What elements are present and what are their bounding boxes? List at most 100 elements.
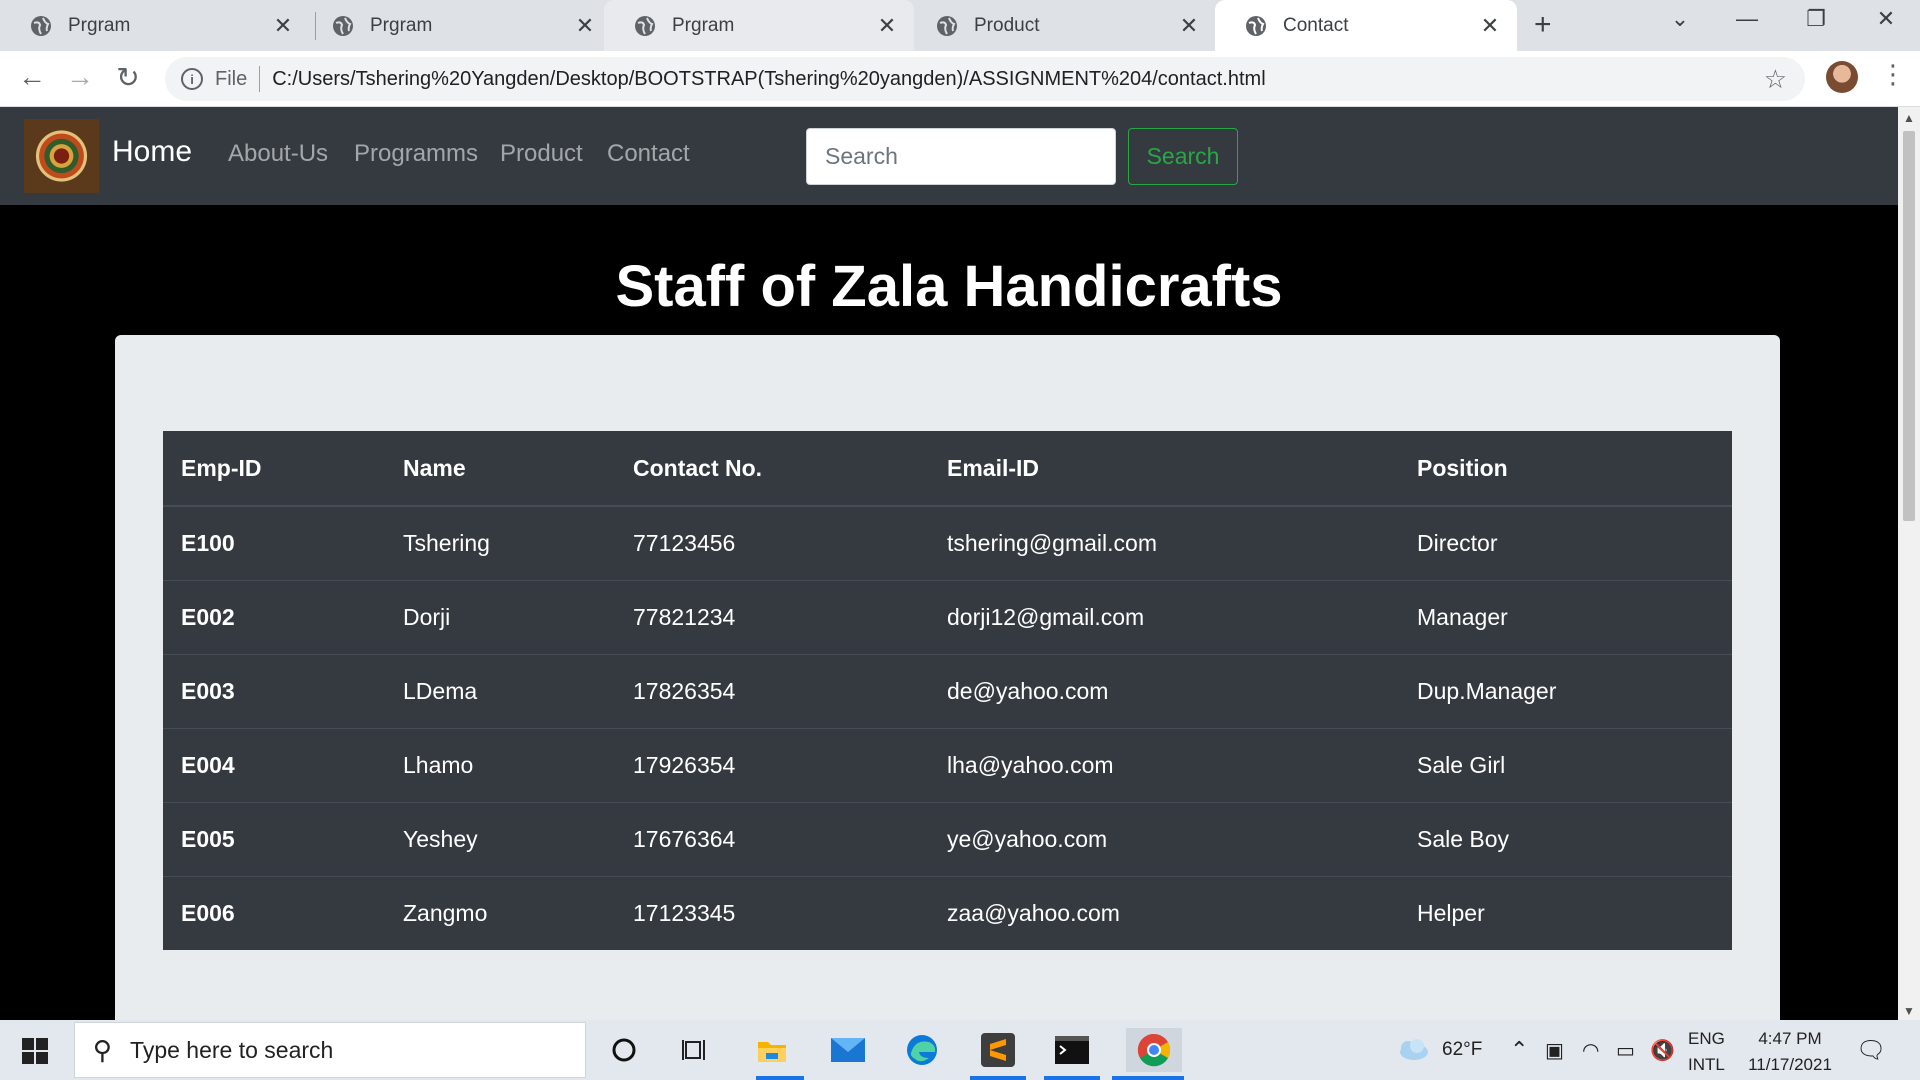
battery-icon[interactable]: ▭ <box>1616 1020 1635 1080</box>
nav-link-programms[interactable]: Programms <box>354 140 478 168</box>
emp-id-cell: E002 <box>163 579 385 654</box>
jumbotron-container: Emp-ID Name Contact No. Email-ID Positio… <box>115 335 1780 1020</box>
restore-button[interactable]: ❐ <box>1796 6 1836 32</box>
emp-id-cell: E005 <box>163 801 385 876</box>
email-cell: zaa@yahoo.com <box>929 875 1399 950</box>
input-language-indicator[interactable]: ENG INTL <box>1688 1026 1725 1078</box>
reload-icon[interactable]: ↻ <box>110 61 146 94</box>
brand-home-link[interactable]: Home <box>112 135 192 169</box>
browser-tab[interactable]: Product ✕ <box>906 0 1216 51</box>
search-button[interactable]: Search <box>1128 128 1238 185</box>
sublime-text-icon[interactable] <box>976 1028 1020 1072</box>
meet-now-icon[interactable]: ▣ <box>1545 1020 1564 1080</box>
profile-avatar[interactable] <box>1826 61 1858 93</box>
scroll-down-arrow-icon[interactable]: ▼ <box>1898 1004 1920 1018</box>
minimize-button[interactable]: — <box>1727 6 1767 32</box>
divider <box>259 66 261 92</box>
email-cell: dorji12@gmail.com <box>929 579 1399 654</box>
tab-title: Contact <box>1283 14 1349 36</box>
back-arrow-icon[interactable]: ← <box>14 61 50 93</box>
chrome-icon[interactable] <box>1126 1028 1182 1072</box>
active-app-indicator <box>1112 1076 1184 1080</box>
browser-tab[interactable]: Prgram ✕ <box>302 0 612 51</box>
tab-title: Product <box>974 14 1040 36</box>
info-icon[interactable]: i <box>181 68 203 90</box>
browser-tab[interactable]: Prgram ✕ <box>0 0 310 51</box>
browser-tab-active[interactable]: Contact ✕ <box>1215 0 1517 51</box>
search-icon: ⚲ <box>93 1034 113 1065</box>
nav-link-contact[interactable]: Contact <box>607 140 690 168</box>
emp-id-cell: E006 <box>163 875 385 950</box>
name-cell: Zangmo <box>385 875 615 950</box>
close-icon[interactable]: ✕ <box>1479 13 1501 39</box>
position-cell: Sale Boy <box>1399 801 1732 876</box>
email-cell: ye@yahoo.com <box>929 801 1399 876</box>
tab-title: Prgram <box>672 14 735 36</box>
table-row: E005 Yeshey 17676364 ye@yahoo.com Sale B… <box>163 801 1732 876</box>
site-navbar: Home About-Us Programms Product Contact … <box>0 107 1898 205</box>
file-explorer-icon[interactable] <box>750 1028 794 1072</box>
taskbar-search-box[interactable]: ⚲ Type here to search <box>74 1022 586 1078</box>
show-hidden-icons-chevron-icon[interactable]: ⌃ <box>1510 1020 1528 1080</box>
close-icon[interactable]: ✕ <box>1178 13 1200 39</box>
cortana-icon[interactable] <box>602 1028 646 1072</box>
tab-search-chevron-icon[interactable]: ⌄ <box>1660 6 1700 32</box>
windows-start-icon[interactable] <box>22 1038 48 1064</box>
weather-widget[interactable]: 62°F <box>1396 1020 1482 1080</box>
email-cell: tshering@gmail.com <box>929 505 1399 580</box>
position-cell: Manager <box>1399 579 1732 654</box>
wifi-icon[interactable]: ◠ <box>1582 1020 1599 1080</box>
brand-logo[interactable] <box>24 119 99 193</box>
task-view-icon[interactable] <box>674 1028 718 1072</box>
close-window-button[interactable]: ✕ <box>1866 6 1906 32</box>
position-cell: Dup.Manager <box>1399 653 1732 728</box>
position-cell: Helper <box>1399 875 1732 950</box>
edge-icon[interactable] <box>900 1028 944 1072</box>
name-cell: Tshering <box>385 505 615 580</box>
table-row: E003 LDema 17826354 de@yahoo.com Dup.Man… <box>163 653 1732 728</box>
menu-kebab-icon[interactable]: ⋮ <box>1880 59 1906 90</box>
close-icon[interactable]: ✕ <box>272 13 294 39</box>
system-clock[interactable]: 4:47 PM 11/17/2021 <box>1740 1026 1840 1078</box>
name-cell: LDema <box>385 653 615 728</box>
mail-icon[interactable] <box>826 1028 870 1072</box>
active-app-indicator <box>756 1076 804 1080</box>
url-text[interactable]: C:/Users/Tshering%20Yangden/Desktop/BOOT… <box>272 68 1265 91</box>
browser-tab[interactable]: Prgram ✕ <box>604 0 914 51</box>
table-row: E006 Zangmo 17123345 zaa@yahoo.com Helpe… <box>163 875 1732 950</box>
emp-id-cell: E004 <box>163 727 385 802</box>
clock-date: 11/17/2021 <box>1748 1055 1832 1074</box>
address-bar[interactable]: i File C:/Users/Tshering%20Yangden/Deskt… <box>165 57 1805 101</box>
name-cell: Yeshey <box>385 801 615 876</box>
terminal-icon[interactable] <box>1050 1028 1094 1072</box>
search-input[interactable]: Search <box>806 128 1116 185</box>
notification-center-icon[interactable]: 🗨 <box>1856 1020 1886 1080</box>
forward-arrow-icon[interactable]: → <box>62 61 98 93</box>
speaker-muted-icon[interactable]: 🔇 <box>1650 1020 1675 1080</box>
globe-icon <box>635 15 655 36</box>
scroll-up-arrow-icon[interactable]: ▲ <box>1898 111 1920 125</box>
active-app-indicator <box>1044 1076 1100 1080</box>
new-tab-button[interactable]: + <box>1534 8 1552 42</box>
taskbar-search-placeholder: Type here to search <box>130 1036 334 1063</box>
email-cell: de@yahoo.com <box>929 653 1399 728</box>
staff-table: Emp-ID Name Contact No. Email-ID Positio… <box>163 431 1732 950</box>
nav-link-product[interactable]: Product <box>500 140 583 168</box>
contact-cell: 77821234 <box>615 579 929 654</box>
table-row: E002 Dorji 77821234 dorji12@gmail.com Ma… <box>163 579 1732 654</box>
close-icon[interactable]: ✕ <box>876 13 898 39</box>
globe-icon <box>1246 15 1266 36</box>
close-icon[interactable]: ✕ <box>574 13 596 39</box>
language-code: ENG <box>1688 1029 1725 1048</box>
column-header: Position <box>1399 431 1732 507</box>
contact-cell: 77123456 <box>615 505 929 580</box>
globe-icon <box>31 15 51 36</box>
contact-cell: 17676364 <box>615 801 929 876</box>
contact-cell: 17826354 <box>615 653 929 728</box>
bookmark-star-icon[interactable]: ☆ <box>1764 64 1787 95</box>
nav-link-about-us[interactable]: About-Us <box>228 140 328 168</box>
table-row: E004 Lhamo 17926354 lha@yahoo.com Sale G… <box>163 727 1732 802</box>
tab-title: Prgram <box>370 14 433 36</box>
scrollbar-thumb[interactable] <box>1903 131 1915 521</box>
page-scrollbar[interactable]: ▲ ▼ <box>1898 107 1920 1020</box>
